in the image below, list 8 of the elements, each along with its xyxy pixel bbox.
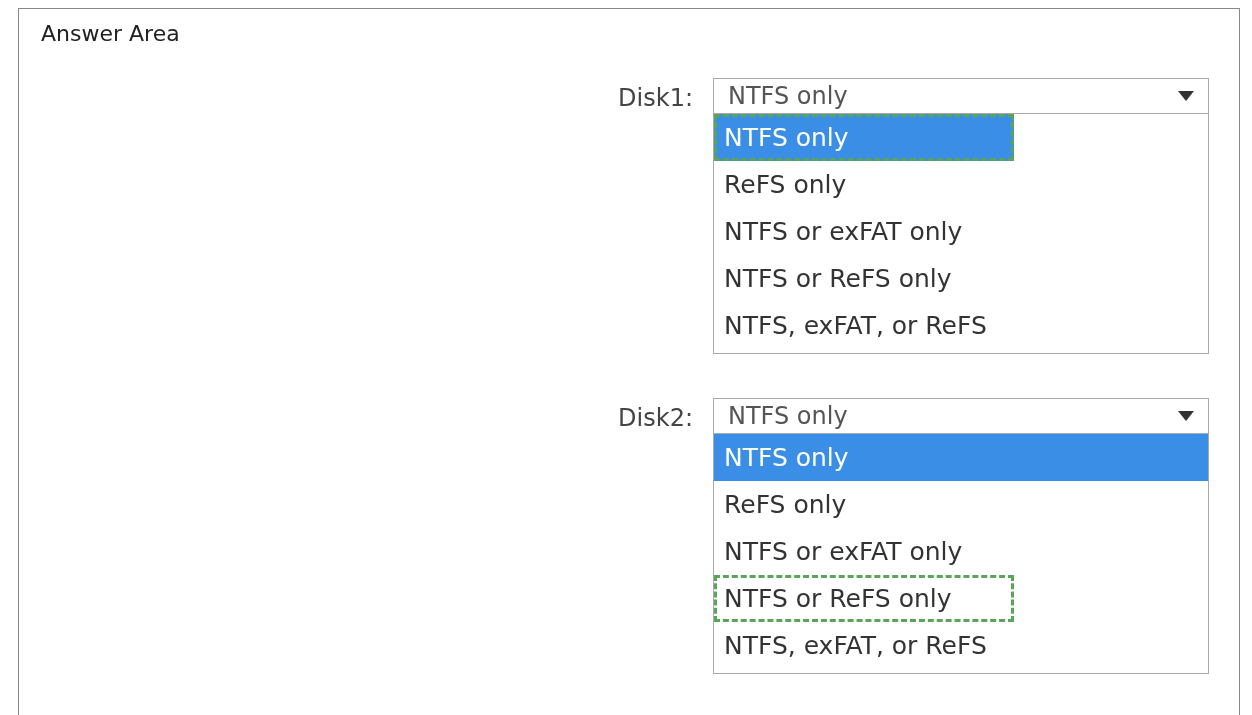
disk-label: Disk2:: [617, 403, 694, 432]
disk-label: Disk1:: [617, 83, 694, 112]
dropdown[interactable]: NTFS only: [713, 398, 1209, 434]
dropdown-option[interactable]: NTFS or ReFS only: [714, 575, 1014, 622]
caret-icon: [1178, 411, 1194, 421]
caret-icon: [1178, 91, 1194, 101]
panel-title: Answer Area: [41, 21, 181, 46]
dropdown[interactable]: NTFS only: [713, 78, 1209, 114]
